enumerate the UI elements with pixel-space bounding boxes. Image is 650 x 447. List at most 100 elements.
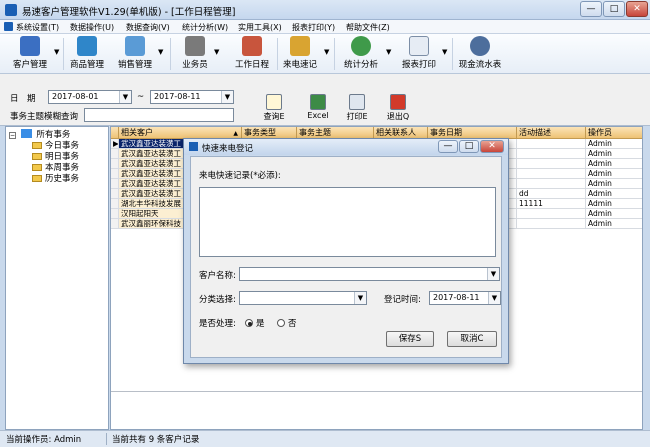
cell-operator[interactable]: Admin [586, 149, 642, 159]
chevron-down-icon[interactable]: ▼ [487, 268, 499, 280]
call-record-textarea[interactable] [199, 187, 496, 257]
print-icon [349, 94, 365, 110]
toolbar-client-management[interactable]: 客户管理 [8, 36, 52, 72]
cell-description[interactable]: dd [517, 189, 586, 199]
toolbar-report-print[interactable]: 报表打印 [398, 36, 440, 72]
menu-report-print[interactable]: 报表打印(Y) [292, 22, 335, 33]
radio-unchecked-icon[interactable] [277, 319, 285, 327]
folder-icon [32, 164, 42, 171]
row-indicator[interactable]: ▶ [111, 139, 119, 149]
cell-operator[interactable]: Admin [586, 199, 642, 209]
toolbar-statistics[interactable]: 统计分析 [340, 36, 382, 72]
print-button[interactable]: 打印E [342, 94, 372, 124]
cell-description[interactable] [517, 149, 586, 159]
cell-operator[interactable]: Admin [586, 179, 642, 189]
chevron-down-icon[interactable]: ▼ [354, 292, 366, 304]
menu-help[interactable]: 帮助文件(Z) [346, 22, 390, 33]
minimize-button[interactable]: — [580, 1, 602, 17]
save-button[interactable]: 保存S [386, 331, 434, 347]
cashflow-icon [470, 36, 490, 56]
schedule-icon [242, 36, 262, 56]
registration-time-picker[interactable]: 2017-08-11 ▼ [429, 291, 501, 305]
category-select[interactable]: ▼ [239, 291, 367, 305]
cell-operator[interactable]: Admin [586, 169, 642, 179]
toolbar-product-management[interactable]: 商品管理 [66, 36, 108, 72]
dialog-icon [189, 142, 198, 151]
category-label: 分类选择: [199, 295, 236, 305]
dialog-close-button[interactable]: ✕ [480, 140, 504, 153]
date-label: 日 期 [10, 94, 36, 104]
exit-icon [390, 94, 406, 110]
time-label: 登记时间: [384, 295, 421, 305]
toolbar-sales-management[interactable]: 销售管理 [114, 36, 156, 72]
chevron-down-icon[interactable]: ▼ [221, 91, 233, 103]
dialog-maximize-button[interactable]: □ [459, 140, 479, 153]
query-icon [266, 94, 282, 110]
menu-data-query[interactable]: 数据查询(V) [126, 22, 170, 33]
query-button[interactable]: 查询E [259, 94, 289, 124]
column-header-operator[interactable]: 操作员 [586, 127, 642, 139]
chevron-down-icon[interactable]: ▼ [119, 91, 131, 103]
cell-operator[interactable]: Admin [586, 209, 642, 219]
date-from-picker[interactable]: 2017-08-01 ▼ [48, 90, 132, 104]
chevron-down-icon[interactable]: ▼ [324, 48, 329, 56]
row-indicator[interactable] [111, 219, 119, 229]
chevron-down-icon[interactable]: ▼ [488, 292, 500, 304]
report-icon [409, 36, 429, 56]
menu-data-operations[interactable]: 数据操作(U) [70, 22, 114, 33]
maximize-button[interactable]: □ [603, 1, 625, 17]
date-to-picker[interactable]: 2017-08-11 ▼ [150, 90, 234, 104]
dialog-minimize-button[interactable]: — [438, 140, 458, 153]
chevron-down-icon[interactable]: ▼ [158, 48, 163, 56]
cell-operator[interactable]: Admin [586, 219, 642, 229]
row-indicator[interactable] [111, 199, 119, 209]
tree-item-history[interactable]: 历史事务 [32, 172, 79, 184]
staff-icon [185, 36, 205, 56]
cell-operator[interactable]: Admin [586, 189, 642, 199]
row-indicator[interactable] [111, 149, 119, 159]
menu-statistics[interactable]: 统计分析(W) [182, 22, 228, 33]
cell-description[interactable] [517, 159, 586, 169]
date-separator: ~ [137, 92, 145, 102]
toolbar-staff[interactable]: 业务员 [176, 36, 214, 72]
toolbar-work-schedule[interactable]: 工作日程 [232, 36, 272, 72]
chevron-down-icon[interactable]: ▼ [54, 48, 59, 56]
app-icon [5, 4, 17, 16]
menu-utilities[interactable]: 实用工具(X) [238, 22, 282, 33]
cell-operator[interactable]: Admin [586, 139, 642, 149]
toolbar-call-note[interactable]: 来电速记 [280, 36, 320, 72]
toolbar: 客户管理 ▼ 商品管理 销售管理 ▼ 业务员 ▼ 工作日程 来电速记 ▼ 统计分… [0, 34, 650, 74]
topic-search-input[interactable] [84, 108, 234, 122]
toolbar-cashflow[interactable]: 现金流水表 [456, 36, 504, 72]
cell-operator[interactable]: Admin [586, 159, 642, 169]
excel-icon [310, 94, 326, 110]
row-indicator[interactable] [111, 209, 119, 219]
row-indicator[interactable] [111, 179, 119, 189]
cancel-button[interactable]: 取消C [447, 331, 497, 347]
menu-system-settings[interactable]: 系统设置(T) [16, 22, 59, 33]
close-button[interactable]: ✕ [626, 1, 648, 17]
cell-description[interactable] [517, 139, 586, 149]
cell-description[interactable] [517, 209, 586, 219]
exit-button[interactable]: 退出Q [383, 94, 413, 124]
cell-description[interactable] [517, 219, 586, 229]
client-name-select[interactable]: ▼ [239, 267, 500, 281]
excel-button[interactable]: Excel [303, 94, 333, 124]
chevron-down-icon[interactable]: ▼ [214, 48, 219, 56]
collapse-icon[interactable]: − [9, 132, 16, 139]
tasks-icon [20, 129, 32, 138]
processed-no-option[interactable]: 否 [277, 317, 297, 329]
stats-icon [351, 36, 371, 56]
column-header-description[interactable]: 活动描述 [517, 127, 586, 139]
cell-description[interactable]: 11111 [517, 199, 586, 209]
cell-description[interactable] [517, 179, 586, 189]
chevron-down-icon[interactable]: ▼ [442, 48, 447, 56]
row-indicator[interactable] [111, 189, 119, 199]
row-indicator[interactable] [111, 159, 119, 169]
row-indicator[interactable] [111, 169, 119, 179]
folder-icon [32, 153, 42, 160]
processed-yes-option[interactable]: 是 [245, 317, 265, 329]
chevron-down-icon[interactable]: ▼ [386, 48, 391, 56]
radio-checked-icon[interactable] [245, 319, 253, 327]
cell-description[interactable] [517, 169, 586, 179]
